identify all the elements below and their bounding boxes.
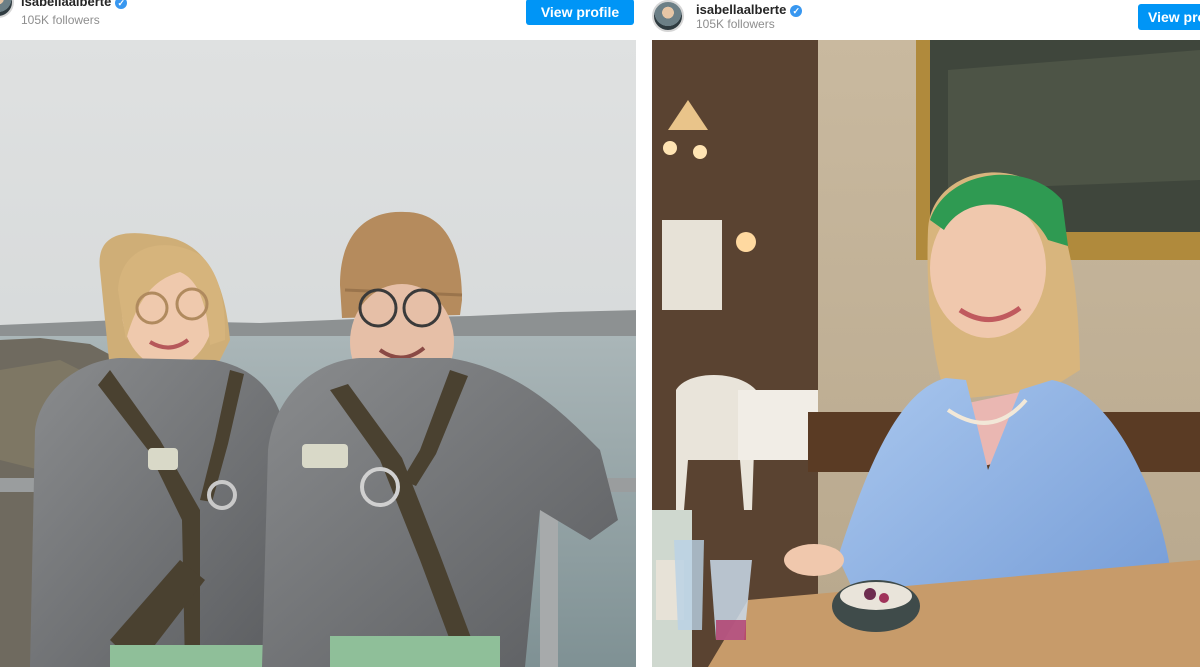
page: isabellaalberte ✓ 105K followers View pro…: [0, 0, 1200, 667]
restaurant-photo-illustration: [648, 40, 1200, 667]
follower-count: 105K followers: [21, 13, 100, 27]
follower-count: 105K followers: [696, 17, 775, 31]
avatar[interactable]: [652, 0, 684, 32]
view-profile-button[interactable]: View profile: [526, 0, 634, 25]
post-photo[interactable]: [648, 40, 1200, 667]
post-photo[interactable]: [0, 40, 640, 667]
instagram-embed-card: isabellaalberte✓ 105K followers View pro…: [648, 0, 1200, 667]
post-header: isabellaalberte✓ 105K followers View pro…: [648, 0, 1200, 40]
username-link[interactable]: isabellaalberte ✓: [696, 2, 803, 17]
verified-badge-icon: ✓: [790, 5, 803, 17]
username-link[interactable]: isabellaalberte ✓: [21, 0, 128, 9]
username-text: isabellaalberte: [21, 0, 112, 9]
instagram-embed-card: isabellaalberte✓ 105K followers View pro…: [0, 0, 640, 667]
post-header: isabellaalberte✓ 105K followers View pro…: [0, 0, 640, 40]
view-profile-button[interactable]: View profile: [1138, 4, 1200, 30]
verified-badge-icon: ✓: [115, 0, 128, 9]
username-text: isabellaalberte: [696, 2, 787, 17]
post-divider: [636, 0, 652, 667]
avatar[interactable]: [0, 0, 14, 18]
harness-photo-illustration: [0, 40, 640, 667]
